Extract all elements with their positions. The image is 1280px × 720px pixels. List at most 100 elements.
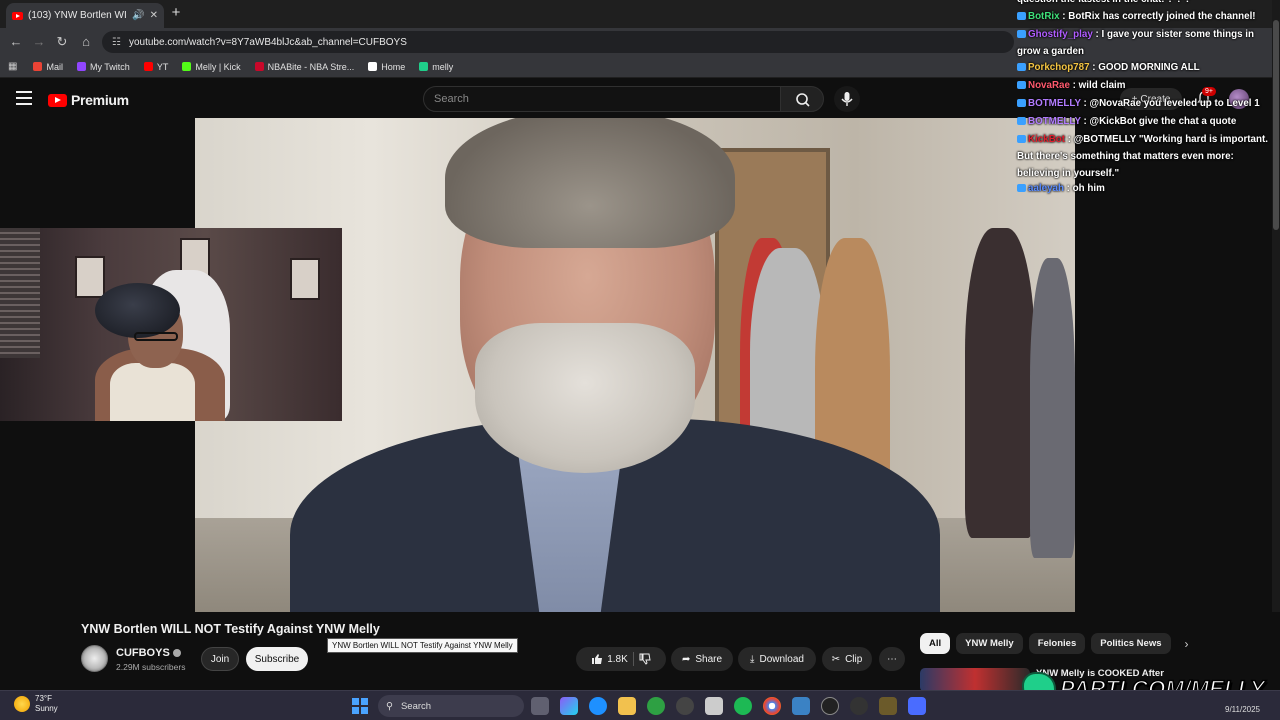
youtube-premium-logo[interactable]: Premium <box>48 92 129 108</box>
chat-message: BOTMELLY : @NovaRae you leveled up to Le… <box>1017 95 1277 112</box>
chat-text: question the fastest in the chat! ? ? ? <box>1017 0 1191 5</box>
system-tray[interactable]: 9/11/2025 <box>1080 695 1260 715</box>
site-info-icon[interactable]: ☷ <box>112 37 121 48</box>
browser-tab[interactable]: (103) YNW Bortlen WILL N 🔊 ✕ <box>6 3 164 28</box>
media-player-icon[interactable] <box>821 697 839 715</box>
speaker-icon[interactable]: 🔊 <box>132 10 144 21</box>
chip-felonies[interactable]: Felonies <box>1028 633 1086 654</box>
voice-search-button[interactable] <box>834 86 860 112</box>
recommended-video-thumbnail[interactable] <box>920 668 1030 692</box>
channel-avatar[interactable] <box>81 645 108 672</box>
download-icon: ⤓ <box>750 653 755 665</box>
back-arrow-icon[interactable]: ← <box>8 34 24 50</box>
windows-taskbar: 73°F Sunny ⚲ Search 9/11/2025 <box>0 690 1280 720</box>
tab-close-icon[interactable]: ✕ <box>150 10 158 21</box>
parti-icon <box>419 62 429 71</box>
chat-text: oh him <box>1072 183 1105 194</box>
search-input[interactable]: Search <box>423 86 781 112</box>
man-hair <box>445 118 735 248</box>
taskbar-search[interactable]: ⚲ Search <box>378 695 524 717</box>
kick-app-icon[interactable] <box>850 697 868 715</box>
github-icon[interactable] <box>676 697 694 715</box>
download-button[interactable]: ⤓ Download <box>738 647 816 671</box>
verified-check-icon <box>172 649 181 657</box>
subscribe-button[interactable]: Subscribe <box>246 647 308 671</box>
chat-badge-icon <box>1017 12 1026 21</box>
chat-username[interactable]: Porkchop787 <box>1028 62 1090 73</box>
bystander-figure <box>965 228 1035 538</box>
video-title: YNW Bortlen WILL NOT Testify Against YNW… <box>81 622 380 636</box>
chevron-right-icon[interactable]: › <box>1185 637 1189 651</box>
chat-username[interactable]: BotRix <box>1028 11 1060 22</box>
chat-username[interactable]: Ghostify_play <box>1028 29 1093 40</box>
like-button[interactable]: 1.8K <box>591 653 628 665</box>
chat-text: @NovaRae you leveled up to Level 1 <box>1089 98 1260 109</box>
nba-icon <box>254 62 264 71</box>
task-view-icon[interactable] <box>531 697 549 715</box>
channel-name[interactable]: CUFBOYS <box>116 647 181 659</box>
obs-icon[interactable] <box>879 697 897 715</box>
photos-icon[interactable] <box>792 697 810 715</box>
wall-poster <box>75 256 105 298</box>
chat-username[interactable]: KickBot <box>1028 134 1065 145</box>
scrollbar-thumb[interactable] <box>1273 20 1279 230</box>
bookmark-my-twitch[interactable]: My Twitch <box>76 62 130 72</box>
chat-username[interactable]: BOTMELLY <box>1028 116 1081 127</box>
chat-text: GOOD MORNING ALL <box>1098 62 1200 73</box>
chat-username[interactable]: BOTMELLY <box>1028 98 1081 109</box>
new-tab-button[interactable]: + <box>168 5 184 21</box>
more-actions-button[interactable]: ⋯ <box>879 647 905 671</box>
streamer-glasses <box>134 332 178 341</box>
chat-badge-icon <box>1017 184 1026 193</box>
thumbs-down-icon[interactable] <box>639 653 651 665</box>
chat-overlay: question the fastest in the chat! ? ? ? B… <box>1012 0 1280 200</box>
apps-grid-icon[interactable]: ▦ <box>8 61 17 72</box>
streamer-tank-top <box>110 363 195 421</box>
bystander-figure <box>1030 258 1075 558</box>
clip-button[interactable]: ✂ Clip <box>822 647 872 671</box>
chat-username[interactable]: NovaRae <box>1028 80 1070 91</box>
microphone-icon <box>841 92 853 106</box>
spotify-icon[interactable] <box>734 697 752 715</box>
home-icon[interactable]: ⌂ <box>78 34 94 50</box>
chat-username[interactable]: aaleyah <box>1028 183 1064 194</box>
chrome-icon[interactable] <box>763 697 781 715</box>
xbox-icon[interactable] <box>647 697 665 715</box>
file-explorer-icon[interactable] <box>618 697 636 715</box>
chat-badge-icon <box>1017 63 1026 72</box>
share-arrow-icon: ➦ <box>681 653 691 665</box>
bookmark-melly[interactable]: melly <box>419 62 453 72</box>
gmail-icon <box>33 62 43 71</box>
bookmark-nbabite[interactable]: NBABite - NBA Stre... <box>254 62 354 72</box>
bookmark-home[interactable]: Home <box>368 62 405 72</box>
title-tooltip: YNW Bortlen WILL NOT Testify Against YNW… <box>327 638 518 653</box>
search-button[interactable] <box>780 86 824 112</box>
chip-all[interactable]: All <box>920 633 951 654</box>
chip-politics-news[interactable]: Politics News <box>1091 633 1171 654</box>
windows-start-icon[interactable] <box>352 698 368 714</box>
chat-message: Porkchop787 : GOOD MORNING ALL <box>1017 59 1277 76</box>
join-button[interactable]: Join <box>201 647 239 671</box>
reload-icon[interactable]: ↻ <box>54 34 70 50</box>
chat-badge-icon <box>1017 30 1026 39</box>
copilot-icon[interactable] <box>560 697 578 715</box>
edge-icon[interactable] <box>589 697 607 715</box>
chat-badge-icon <box>1017 135 1026 144</box>
bookmark-yt[interactable]: YT <box>143 62 168 72</box>
chat-message: Ghostify_play : I gave your sister some … <box>1017 29 1254 57</box>
app-icon[interactable] <box>908 697 926 715</box>
address-bar[interactable]: ☷ youtube.com/watch?v=8Y7aWB4blJc&ab_cha… <box>102 31 1014 53</box>
bookmark-mail[interactable]: Mail <box>33 62 63 72</box>
hamburger-menu-icon[interactable] <box>16 91 32 105</box>
recommendation-chips: All YNW Melly Felonies Politics News › <box>920 633 1189 654</box>
store-icon[interactable] <box>705 697 723 715</box>
search-icon <box>796 93 810 107</box>
chip-ynw-melly[interactable]: YNW Melly <box>956 633 1023 654</box>
tray-date: 9/11/2025 <box>1225 705 1260 714</box>
weather-widget[interactable]: 73°F Sunny <box>14 694 58 714</box>
streamer-bonnet <box>95 283 180 338</box>
share-button[interactable]: ➦ Share <box>671 647 733 671</box>
chat-text: BotRix has correctly joined the channel! <box>1068 11 1256 22</box>
forward-arrow-icon[interactable]: → <box>31 34 47 50</box>
bookmark-kick[interactable]: Melly | Kick <box>182 62 241 72</box>
